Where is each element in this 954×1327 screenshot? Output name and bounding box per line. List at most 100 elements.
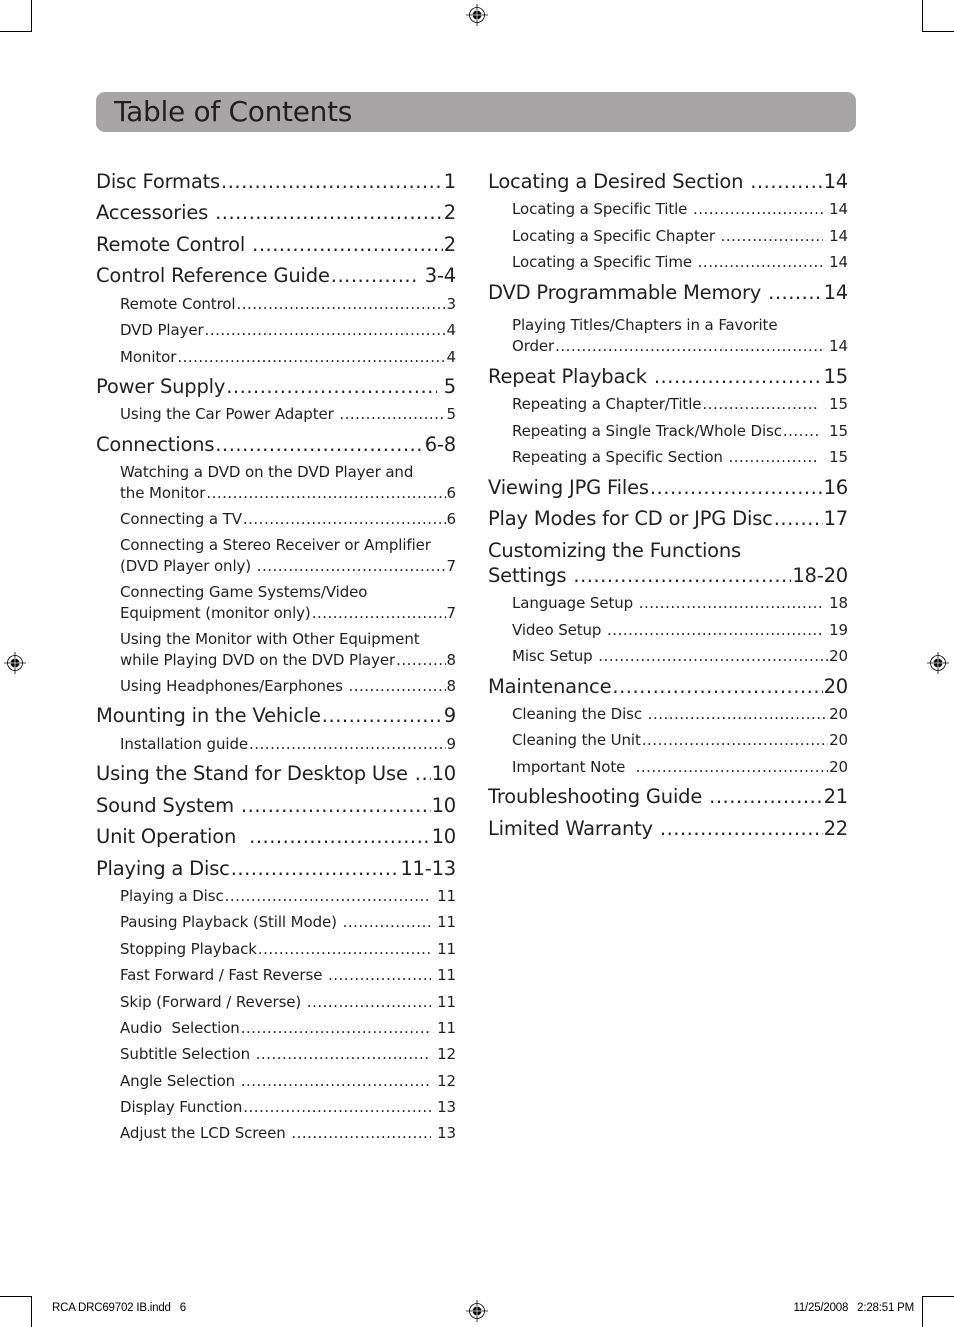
toc-subentry[interactable]: the Monitor 6: [120, 483, 456, 503]
toc-page-number: 5: [437, 375, 456, 398]
toc-subentry[interactable]: Playing a Disc 11: [120, 886, 456, 906]
toc-entry-label: Locating a Specific Chapter: [512, 227, 720, 245]
toc-entry[interactable]: Play Modes for CD or JPG Disc 17: [488, 506, 848, 532]
dot-leader: [331, 263, 418, 289]
dot-leader: [555, 336, 823, 356]
toc-entry-label: Remote Control: [96, 233, 252, 256]
toc-entry[interactable]: Limited Warranty 22: [488, 816, 848, 842]
dot-leader: [415, 761, 431, 787]
toc-page-number: 3-4: [418, 264, 456, 287]
toc-subentry[interactable]: Skip (Forward / Reverse) 11: [120, 992, 456, 1012]
toc-page-number: 3: [446, 295, 457, 313]
toc-page-number: 9: [446, 735, 457, 753]
toc-entry-label: Maintenance: [488, 675, 612, 698]
toc-entry[interactable]: Troubleshooting Guide 21: [488, 784, 848, 810]
toc-entry-label: Connections: [96, 433, 215, 456]
toc-entry[interactable]: Using the Stand for Desktop Use 10: [96, 761, 456, 787]
toc-entry-label-line1: Playing Titles/Chapters in a Favorite: [512, 316, 778, 334]
toc-entry-label: Locating a Specific Title: [512, 200, 692, 218]
toc-page-number: 10: [431, 825, 457, 848]
toc-page-number: 11: [432, 887, 456, 905]
toc-entry[interactable]: Viewing JPG Files 16: [488, 475, 848, 501]
toc-subentry[interactable]: Stopping Playback 11: [120, 939, 456, 959]
toc-entry-label-line1: Connecting a Stereo Receiver or Amplifie…: [120, 536, 431, 554]
toc-page-number: 14: [824, 200, 848, 218]
toc-entry-label: Disc Formats: [96, 170, 220, 193]
toc-entry[interactable]: Disc Formats 1: [96, 169, 456, 195]
toc-entry[interactable]: Playing a Disc 11-13: [96, 856, 456, 882]
toc-subentry[interactable]: Locating a Specific Time 14: [512, 252, 848, 272]
toc-page-number: 2: [443, 201, 456, 224]
toc-page-number: 10: [431, 762, 457, 785]
toc-entry[interactable]: Maintenance 20: [488, 674, 848, 700]
dot-leader: [698, 252, 824, 272]
toc-entry[interactable]: Sound System 10: [96, 793, 456, 819]
toc-subentry[interactable]: Repeating a Single Track/Whole Disc 15: [512, 421, 848, 441]
toc-subentry[interactable]: Pausing Playback (Still Mode) 11: [120, 912, 456, 932]
dot-leader: [693, 199, 823, 219]
toc-entry[interactable]: Unit Operation 10: [96, 824, 456, 850]
toc-entry[interactable]: Remote Control 2: [96, 232, 456, 258]
toc-entry[interactable]: Mounting in the Vehicle 9: [96, 703, 456, 729]
toc-page-number: 11: [432, 993, 456, 1011]
toc-entry[interactable]: Accessories 2: [96, 200, 456, 226]
toc-page-number: 14: [824, 227, 848, 245]
dot-leader: [774, 506, 823, 532]
toc-entry-label: Playing a Disc: [96, 857, 230, 880]
registration-target-icon: [466, 1300, 488, 1322]
toc-subentry[interactable]: Angle Selection 12: [120, 1071, 456, 1091]
toc-subentry[interactable]: Using the Car Power Adapter 5: [120, 404, 456, 424]
dot-leader: [231, 856, 400, 882]
toc-subentry[interactable]: Locating a Specific Title 14: [512, 199, 848, 219]
toc-page-number: 7: [446, 604, 457, 622]
toc-subentry[interactable]: Misc Setup 20: [512, 646, 848, 666]
dot-leader: [322, 703, 443, 729]
toc-subentry[interactable]: Adjust the LCD Screen 13: [120, 1123, 456, 1143]
toc-subentry[interactable]: Display Function 13: [120, 1097, 456, 1117]
crop-mark-bottom-right-vertical: [922, 1296, 923, 1327]
toc-entry-label: Remote Control: [120, 295, 236, 313]
toc-subentry[interactable]: Important Note 20: [512, 757, 848, 777]
toc-entry-label: Using the Car Power Adapter: [120, 405, 339, 423]
toc-entry[interactable]: Power Supply 5: [96, 374, 456, 400]
toc-subentry[interactable]: Connecting a TV 6: [120, 509, 456, 529]
page-title: Table of Contents: [114, 95, 353, 128]
dot-leader: [206, 483, 445, 503]
toc-subentry[interactable]: Cleaning the Disc 20: [512, 704, 848, 724]
toc-entry-label: Accessories: [96, 201, 215, 224]
toc-subentry[interactable]: while Playing DVD on the DVD Player 8: [120, 650, 456, 670]
toc-subentry[interactable]: Equipment (monitor only) 7: [120, 603, 456, 623]
toc-subentry[interactable]: Monitor 4: [120, 347, 456, 367]
toc-subentry[interactable]: Language Setup 18: [512, 593, 848, 613]
crop-mark-top-left-horizontal: [0, 31, 32, 32]
toc-subentry[interactable]: (DVD Player only) 7: [120, 556, 456, 576]
toc-subentry[interactable]: Cleaning the Unit 20: [512, 730, 848, 750]
crop-mark-top-left-vertical: [31, 0, 32, 32]
toc-entry-label: Sound System: [96, 794, 240, 817]
toc-page-number: 20: [829, 758, 848, 776]
toc-entry[interactable]: Settings 18-20: [488, 563, 848, 589]
toc-entry-label: Equipment (monitor only): [120, 604, 311, 622]
toc-entry[interactable]: Control Reference Guide 3-4: [96, 263, 456, 289]
toc-entry-label: Repeating a Chapter/Title: [512, 395, 702, 413]
toc-subentry[interactable]: Installation guide 9: [120, 734, 456, 754]
toc-subentry[interactable]: Subtitle Selection 12: [120, 1044, 456, 1064]
toc-entry[interactable]: Locating a Desired Section 14: [488, 169, 848, 195]
toc-subentry[interactable]: DVD Player 4: [120, 320, 456, 340]
toc-subentry[interactable]: Repeating a Chapter/Title 15: [512, 394, 848, 414]
toc-subentry[interactable]: Order 14: [512, 336, 848, 356]
toc-subentry[interactable]: Repeating a Specific Section 15: [512, 447, 848, 467]
footer-file-slug: RCA DRC69702 IB.indd 6: [52, 1302, 186, 1314]
toc-entry[interactable]: DVD Programmable Memory 14: [488, 280, 848, 306]
toc-subentry[interactable]: Fast Forward / Fast Reverse 11: [120, 965, 456, 985]
toc-subentry[interactable]: Video Setup 19: [512, 620, 848, 640]
toc-page-number: 12: [432, 1045, 456, 1063]
toc-page-number: 14: [823, 281, 849, 304]
toc-subentry[interactable]: Using Headphones/Earphones 8: [120, 676, 456, 696]
toc-entry[interactable]: Connections 6-8: [96, 432, 456, 458]
toc-subentry[interactable]: Audio Selection 11: [120, 1018, 456, 1038]
toc-entry-label: Viewing JPG Files: [488, 476, 649, 499]
toc-entry[interactable]: Repeat Playback 15: [488, 364, 848, 390]
toc-subentry[interactable]: Locating a Specific Chapter 14: [512, 226, 848, 246]
toc-subentry[interactable]: Remote Control 3: [120, 294, 456, 314]
